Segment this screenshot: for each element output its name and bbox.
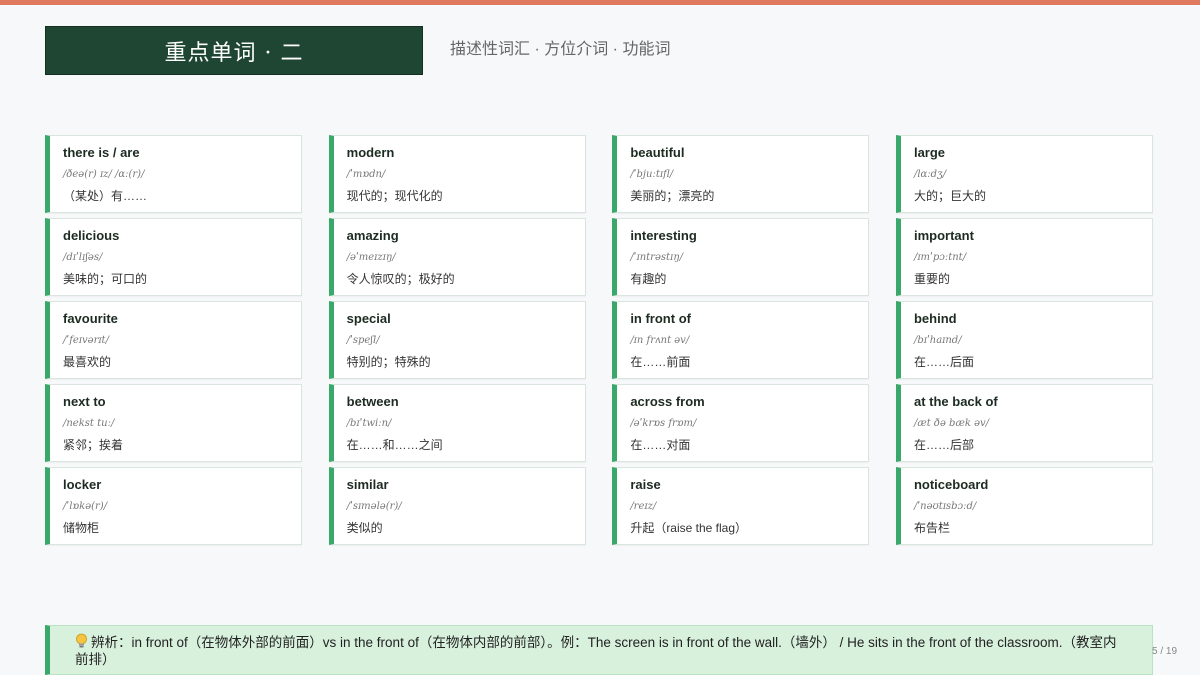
vocab-phonetic: /əˈmeɪzɪŋ/ [346,252,396,263]
usage-note: 辨析：in front of（在物体外部的前面）vs in the front … [45,625,1153,675]
vocabulary-grid: there is / are/ðeə(r) ɪz/ /ɑː(r)/ （某处）有……… [45,135,1153,545]
vocab-phonetic: /ˈfeɪvərɪt/ [63,335,109,346]
top-accent-bar [0,0,1200,5]
vocab-meaning: 在……后面 [913,355,974,369]
vocab-meaning: 升起（raise the flag） [630,521,748,535]
vocab-meaning: 类似的 [346,521,383,535]
vocab-phonetic: /ˈspeʃl/ [346,335,380,346]
vocab-word: delicious [63,228,120,243]
vocab-card: delicious/dɪˈlɪʃəs/美味的；可口的 [45,218,302,296]
vocab-card: between/bɪˈtwiːn/在……和……之间 [328,384,586,462]
vocab-word: there is / are [63,145,140,160]
vocab-meaning: 最喜欢的 [63,355,112,369]
vocab-card: favourite/ˈfeɪvərɪt/最喜欢的 [45,301,302,379]
vocab-card: noticeboard/ˈnəʊtɪsbɔːd/布告栏 [895,467,1153,545]
vocab-phonetic: /lɑːdʒ/ [913,169,947,180]
vocab-meaning: 在……后部 [913,438,974,452]
vocab-word: amazing [346,228,399,243]
vocab-word: at the back of [913,394,998,409]
page-number: 5 / 19 [1152,646,1178,657]
vocab-phonetic: /ˈbjuːtɪfl/ [630,169,674,180]
vocab-phonetic: /ˈlɒkə(r)/ [63,501,108,512]
vocab-word: special [346,311,391,326]
vocab-word: behind [913,311,957,326]
vocab-word: modern [346,145,395,160]
vocab-card: there is / are/ðeə(r) ɪz/ /ɑː(r)/ （某处）有…… [45,135,302,213]
vocab-meaning: 布告栏 [913,521,950,535]
vocab-meaning: 重要的 [913,272,950,286]
vocab-word: interesting [630,228,697,243]
vocab-card: raise/reɪz/升起（raise the flag） [612,467,870,545]
vocab-phonetic: /bɪˈhaɪnd/ [913,335,962,346]
vocab-phonetic: /reɪz/ [630,501,657,512]
vocab-phonetic: /ˈsɪmələ(r)/ [346,501,402,512]
vocab-card: important/ɪmˈpɔːtnt/重要的 [895,218,1153,296]
vocab-card: across from/əˈkrɒs frɒm/在……对面 [612,384,870,462]
vocab-phonetic: /ɪn frʌnt əv/ [630,335,690,346]
vocab-card: special/ˈspeʃl/特别的；特殊的 [328,301,586,379]
vocab-meaning: 在……对面 [630,438,691,452]
vocab-meaning: 在……前面 [630,355,691,369]
vocab-meaning: （某处）有…… [63,189,148,203]
vocab-meaning: 美味的；可口的 [63,272,148,286]
vocab-meaning: 紧邻；挨着 [63,438,124,452]
vocab-phonetic: /ɪmˈpɔːtnt/ [913,252,967,263]
page-subtitle: 描述性词汇 · 方位介词 · 功能词 [450,41,671,58]
vocab-word: locker [63,477,102,492]
vocab-phonetic: /nekst tuː/ [63,418,115,429]
vocab-phonetic: /æt ðə bæk əv/ [913,418,990,429]
vocab-card: in front of/ɪn frʌnt əv/在……前面 [612,301,870,379]
usage-note-text: 辨析：in front of（在物体外部的前面）vs in the front … [75,635,1117,667]
vocab-meaning: 储物柜 [63,521,100,535]
vocab-word: important [913,228,974,243]
vocab-card: modern/ˈmɒdn/现代的；现代化的 [328,135,586,213]
vocab-meaning: 令人惊叹的；极好的 [346,272,455,286]
vocab-word: beautiful [630,145,685,160]
vocab-meaning: 美丽的；漂亮的 [630,189,715,203]
vocab-card: behind/bɪˈhaɪnd/在……后面 [895,301,1153,379]
vocab-card: beautiful/ˈbjuːtɪfl/美丽的；漂亮的 [612,135,870,213]
vocab-card: large/lɑːdʒ/大的；巨大的 [895,135,1153,213]
vocab-phonetic: /ðeə(r) ɪz/ /ɑː(r)/ [63,169,145,180]
vocab-card: locker/ˈlɒkə(r)/ 储物柜 [45,467,302,545]
vocab-meaning: 大的；巨大的 [913,189,986,203]
vocab-phonetic: /əˈkrɒs frɒm/ [630,418,697,429]
vocab-word: across from [630,394,705,409]
vocab-card: next to/nekst tuː/紧邻；挨着 [45,384,302,462]
vocab-phonetic: /dɪˈlɪʃəs/ [63,252,103,263]
vocab-meaning: 在……和……之间 [346,438,443,452]
vocab-word: favourite [63,311,118,326]
vocab-card: at the back of/æt ðə bæk əv/在……后部 [895,384,1153,462]
page-title: 重点单词 · 二 [45,26,423,75]
vocab-word: noticeboard [913,477,989,492]
vocab-word: next to [63,394,106,409]
vocab-card: interesting/ˈɪntrəstɪŋ/有趣的 [612,218,870,296]
vocab-meaning: 现代的；现代化的 [346,189,443,203]
vocab-word: similar [346,477,389,492]
vocab-meaning: 有趣的 [630,272,667,286]
lightbulb-icon [76,633,87,648]
page-title-text: 重点单词 · 二 [164,40,304,66]
vocab-word: large [913,145,946,160]
vocab-word: in front of [630,311,691,326]
vocab-word: between [346,394,399,409]
vocab-phonetic: /ˈnəʊtɪsbɔːd/ [913,501,977,512]
vocab-word: raise [630,477,661,492]
vocab-card: similar/ˈsɪmələ(r)/ 类似的 [328,467,586,545]
vocab-phonetic: /ˈmɒdn/ [346,169,386,180]
vocab-phonetic: /ˈɪntrəstɪŋ/ [630,252,684,263]
vocab-card: amazing/əˈmeɪzɪŋ/令人惊叹的；极好的 [328,218,586,296]
vocab-meaning: 特别的；特殊的 [346,355,431,369]
vocab-phonetic: /bɪˈtwiːn/ [346,418,392,429]
